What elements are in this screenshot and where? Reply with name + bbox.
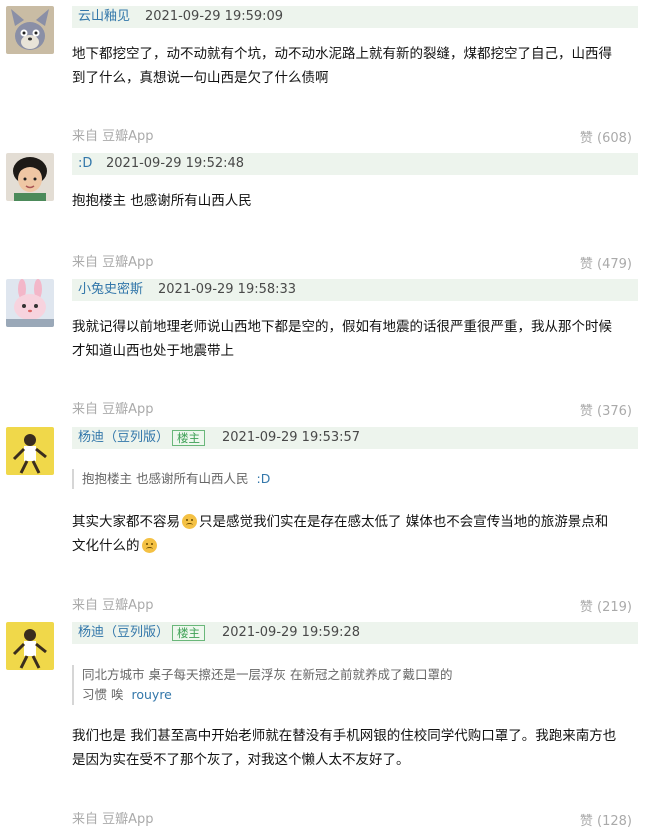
avatar[interactable]	[6, 279, 54, 327]
yellow-figure-avatar-image	[6, 622, 54, 670]
comment-line: 是因为实在受不了那个灰了，对我这个懒人太不友好了。	[72, 752, 410, 768]
comment-line: 其实大家都不容易 只是感觉我们实在是存在感太低了 媒体也不会宣传当地的旅游景点和	[72, 510, 638, 534]
avatar[interactable]	[6, 6, 54, 54]
like-button[interactable]: 赞 (376)	[580, 400, 632, 419]
timestamp: 2021-09-29 19:59:28	[222, 625, 361, 640]
source-label: 来自 豆瓣App	[72, 255, 154, 270]
sad-face-emoji-icon	[182, 514, 197, 529]
comment-line: 到了什么，真想说一句山西是欠了什么债啊	[72, 70, 329, 86]
comment-line: 文化什么的	[72, 534, 638, 558]
op-badge: 楼主	[172, 625, 205, 641]
girl-photo-avatar-image	[6, 153, 54, 201]
source-label: 来自 豆瓣App	[72, 812, 154, 827]
comment-text: 其实大家都不容易 只是感觉我们实在是存在感太低了 媒体也不会宣传当地的旅游景点和 …	[72, 510, 638, 558]
op-badge: 楼主	[172, 430, 205, 446]
comment-text: 我就记得以前地理老师说山西地下都是空的，假如有地震的话很严重很严重，我从那个时候…	[72, 315, 638, 363]
username-link[interactable]: 云山釉见	[78, 6, 130, 28]
quote-text: 抱抱楼主 也感谢所有山西人民	[82, 471, 249, 486]
quote-author-link[interactable]: rouyre	[131, 687, 171, 702]
like-button[interactable]: 赞 (219)	[580, 596, 632, 615]
comment-line: 我就记得以前地理老师说山西地下都是空的，假如有地震的话很严重很严重，我从那个时候	[72, 319, 612, 335]
source-label: 来自 豆瓣App	[72, 402, 154, 417]
comment-text: 地下都挖空了，动不动就有个坑，动不动水泥路上就有新的裂缝，煤都挖空了自己，山西得…	[72, 42, 638, 90]
username-link[interactable]: :D	[78, 153, 92, 175]
avatar[interactable]	[6, 427, 54, 475]
comment-text-part: 只是感觉我们实在是存在感太低了 媒体也不会宣传当地的旅游景点和	[199, 514, 609, 530]
quoted-reply: 同北方城市 桌子每天擦还是一层浮灰 在新冠之前就养成了戴口罩的 习惯 唉 rouy…	[72, 665, 452, 705]
username-link[interactable]: 杨迪（豆列版）	[78, 622, 169, 644]
comment-header: 杨迪（豆列版） 楼主 2021-09-29 19:53:57	[72, 427, 638, 449]
comment-header: 杨迪（豆列版） 楼主 2021-09-29 19:59:28	[72, 622, 638, 644]
comment-line: 地下都挖空了，动不动就有个坑，动不动水泥路上就有新的裂缝，煤都挖空了自己，山西得	[72, 46, 612, 62]
timestamp: 2021-09-29 19:52:48	[106, 156, 245, 171]
timestamp: 2021-09-29 19:58:33	[158, 282, 297, 297]
quote-line: 习惯 唉 rouyre	[82, 685, 452, 705]
username-link[interactable]: 杨迪（豆列版）	[78, 427, 169, 449]
quote-author-link[interactable]: :D	[256, 471, 270, 486]
quoted-reply: 抱抱楼主 也感谢所有山西人民 :D	[72, 469, 270, 489]
sad-face-emoji-icon	[141, 538, 157, 553]
pink-rabbit-avatar-image	[6, 279, 54, 327]
avatar[interactable]	[6, 622, 54, 670]
username-link[interactable]: 小兔史密斯	[78, 279, 143, 301]
timestamp: 2021-09-29 19:53:57	[222, 430, 361, 445]
like-button[interactable]: 赞 (479)	[580, 253, 632, 272]
comment-text: 抱抱楼主 也感谢所有山西人民	[72, 189, 638, 213]
comment-line: 抱抱楼主 也感谢所有山西人民	[72, 193, 252, 209]
avatar[interactable]	[6, 153, 54, 201]
tom-cat-avatar-image	[6, 6, 54, 54]
like-button[interactable]: 赞 (128)	[580, 810, 632, 829]
comment-header: 小兔史密斯 2021-09-29 19:58:33	[72, 279, 638, 301]
comment-header: :D 2021-09-29 19:52:48	[72, 153, 638, 175]
quote-text: 习惯 唉	[82, 687, 124, 702]
like-button[interactable]: 赞 (608)	[580, 127, 632, 146]
comment-line: 才知道山西也处于地震带上	[72, 343, 234, 359]
quote-text: 同北方城市 桌子每天擦还是一层浮灰 在新冠之前就养成了戴口罩的	[82, 667, 453, 682]
comment-header: 云山釉见 2021-09-29 19:59:09	[72, 6, 638, 28]
yellow-figure-avatar-image	[6, 427, 54, 475]
source-label: 来自 豆瓣App	[72, 129, 154, 144]
source-label: 来自 豆瓣App	[72, 598, 154, 613]
timestamp: 2021-09-29 19:59:09	[145, 9, 284, 24]
comment-text-part: 其实大家都不容易	[72, 514, 180, 530]
comment-text: 我们也是 我们甚至高中开始老师就在替没有手机网银的住校同学代购口罩了。我跑来南方…	[72, 724, 638, 772]
comment-line: 我们也是 我们甚至高中开始老师就在替没有手机网银的住校同学代购口罩了。我跑来南方…	[72, 728, 617, 744]
comment-text-part: 文化什么的	[72, 538, 140, 554]
